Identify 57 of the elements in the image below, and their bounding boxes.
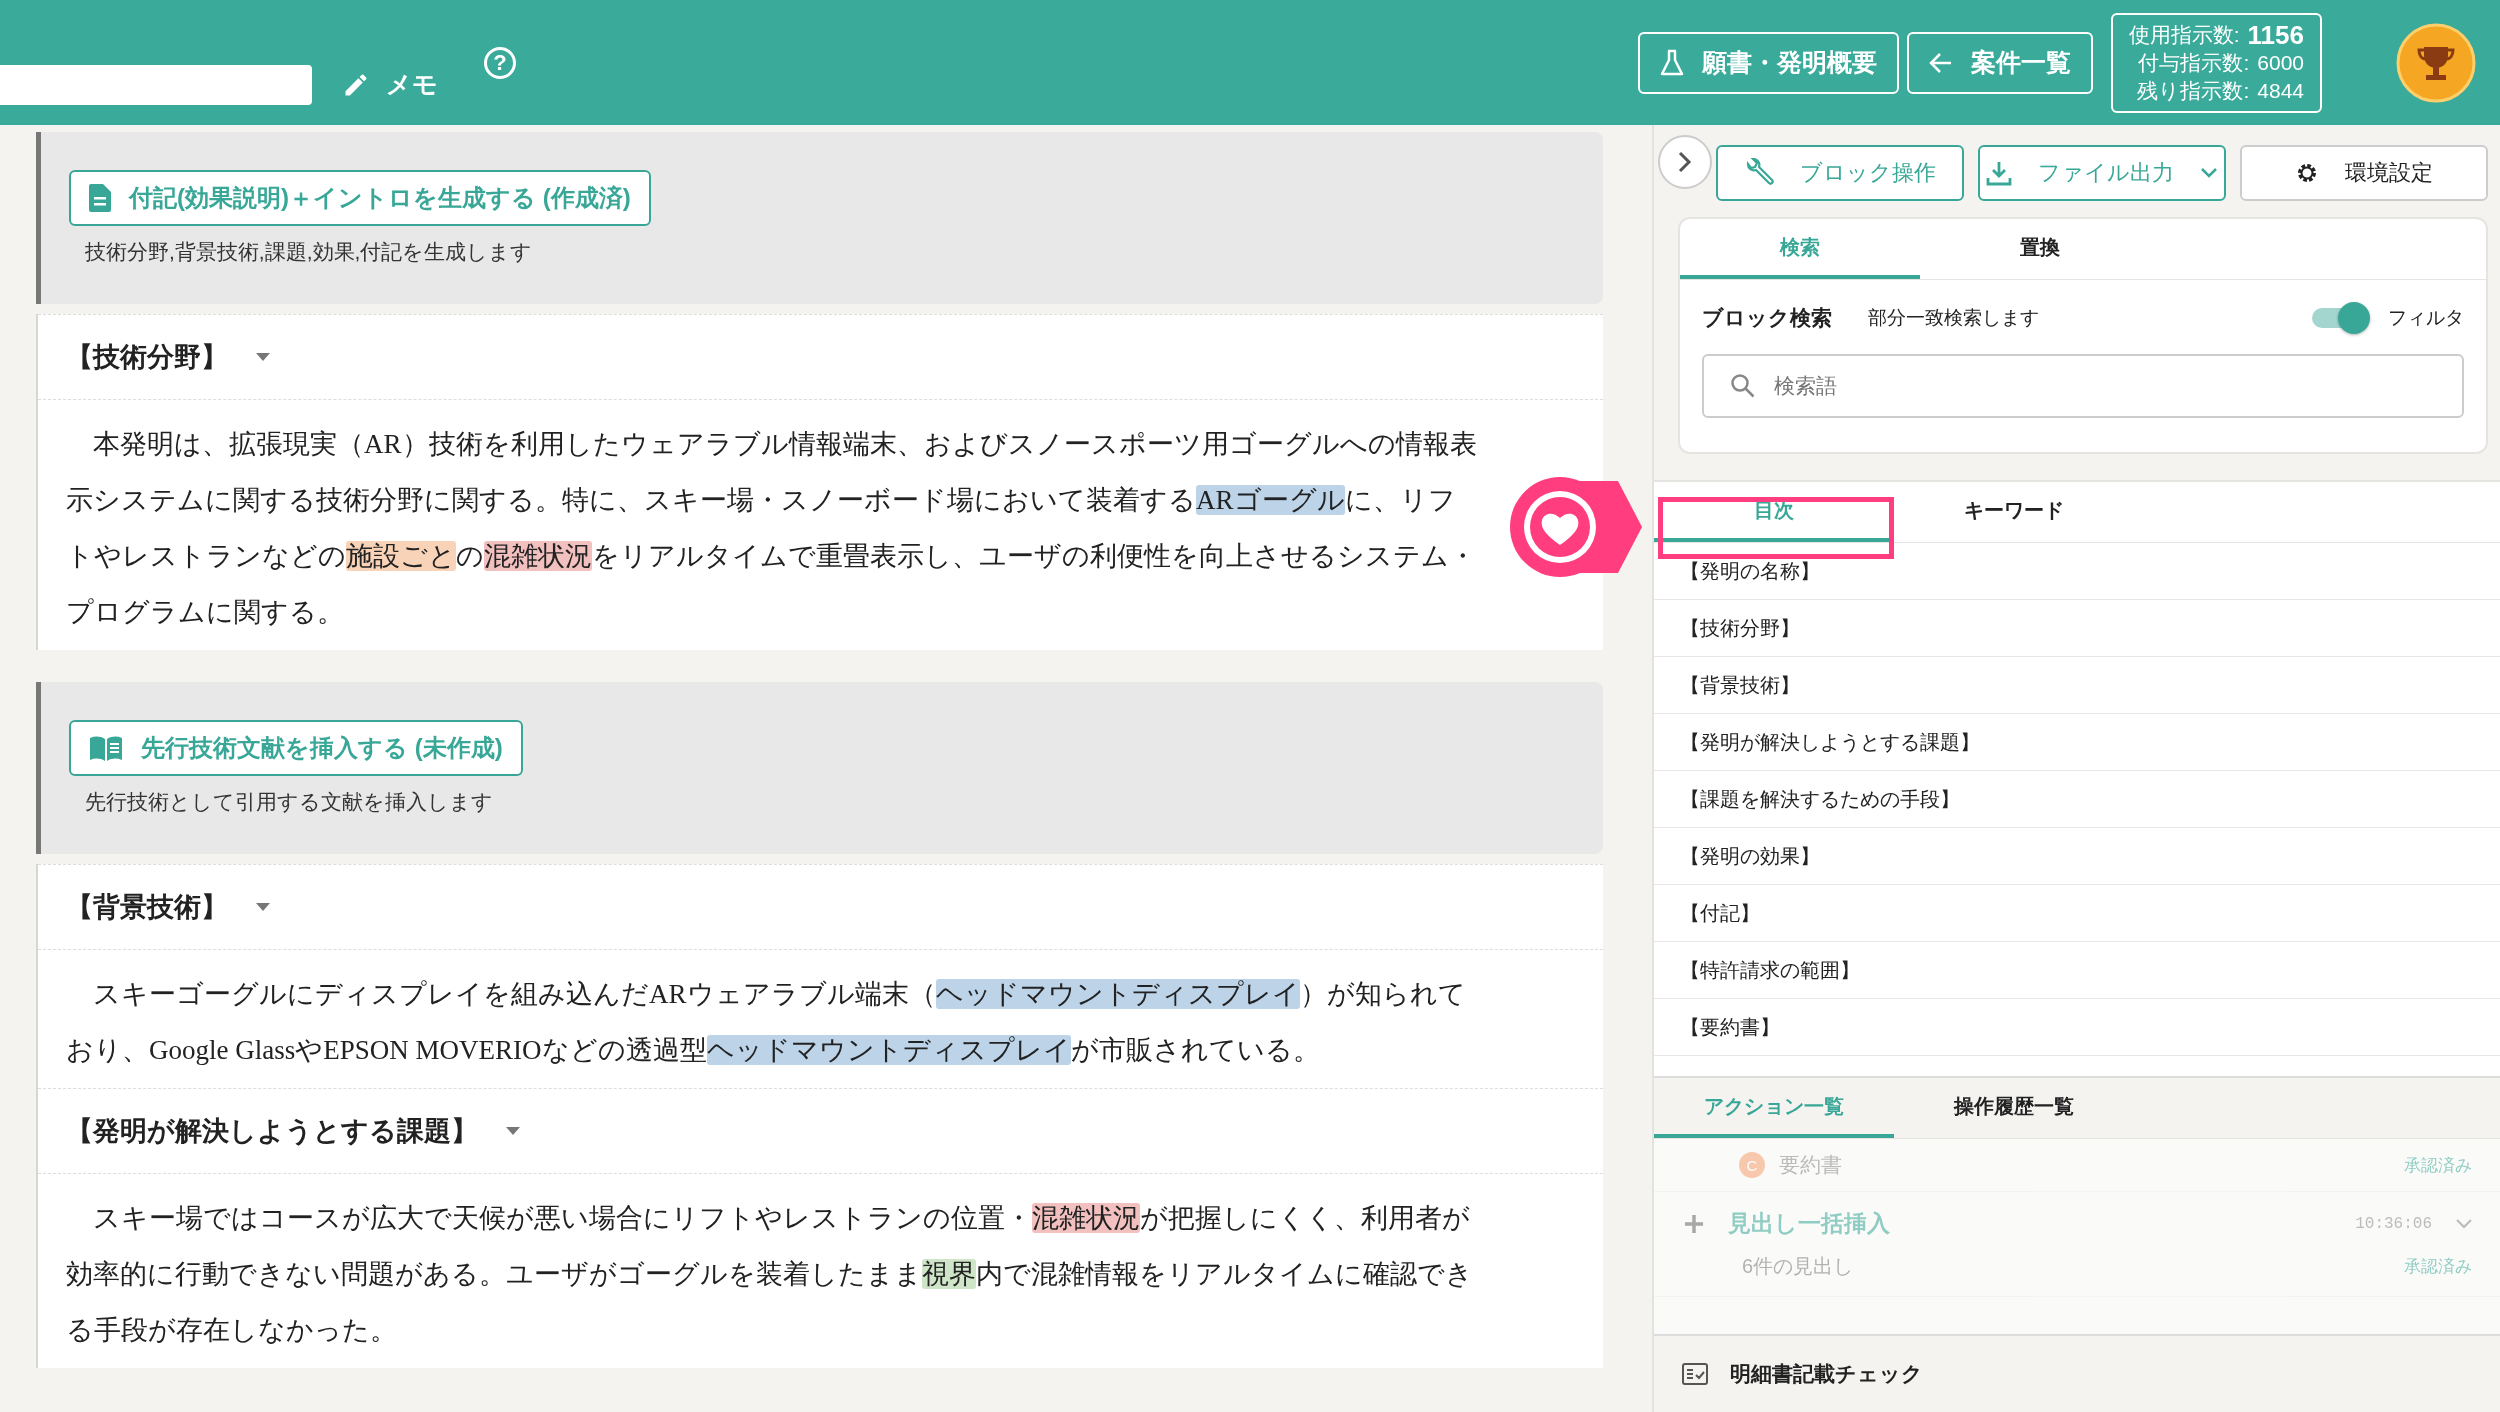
- wrench-icon: [1744, 158, 1774, 188]
- action-detail: 6件の見出し: [1742, 1254, 1854, 1279]
- action-time: 10:36:06: [2355, 1214, 2432, 1233]
- toc-item[interactable]: 【発明の効果】: [1654, 828, 2500, 885]
- toc-item[interactable]: 【発明の名称】: [1654, 543, 2500, 600]
- footer-label[interactable]: 明細書記載チェック: [1730, 1360, 1923, 1388]
- toc-item[interactable]: 【特許請求の範囲】: [1654, 942, 2500, 999]
- generator-caption: 技術分野,背景技術,課題,効果,付記を生成します: [85, 239, 534, 265]
- filter-label: フィルタ: [2388, 306, 2464, 330]
- section-paragraph: スキーゴーグルにディスプレイを組み込んだARウェアラブル端末（ヘッドマウントディスプレイ）が知られており、Google GlassやEPSON MOVERIOなどの透過型ヘッドマウントディスプレイ が市販されている。: [65, 978, 1467, 1067]
- action-title: 要約書: [1779, 1152, 1842, 1178]
- tab[interactable]: キーワード: [1894, 482, 2134, 542]
- gear-icon: [2295, 161, 2319, 185]
- usage-value: 4844: [2257, 77, 2304, 104]
- trophy-icon[interactable]: [2396, 22, 2476, 103]
- generator-caption: 先行技術として引用する文献を挿入します: [85, 789, 494, 815]
- flask-icon: [1659, 48, 1684, 77]
- toc-item[interactable]: 【課題を解決するための手段】: [1654, 771, 2500, 828]
- caret-icon[interactable]: [256, 903, 270, 911]
- chevron-down-icon: [2200, 167, 2218, 179]
- plus-icon: [1684, 1213, 1704, 1234]
- toc-item[interactable]: 【技術分野】: [1654, 600, 2500, 657]
- checklist-icon: [1682, 1363, 1708, 1385]
- usage-value: 6000: [2257, 49, 2304, 76]
- arrow-left-icon: [1928, 51, 1953, 74]
- search-title: ブロック検索: [1702, 305, 1832, 331]
- action-status: 承認済み: [2404, 1154, 2472, 1177]
- document-icon: [89, 184, 111, 212]
- caret-icon[interactable]: [256, 353, 270, 361]
- usage-value: 1156: [2247, 20, 2304, 49]
- toc-item[interactable]: 【背景技術】: [1654, 657, 2500, 714]
- toc-item[interactable]: 【発明が解決しようとする課題】: [1654, 714, 2500, 771]
- download-icon: [1986, 160, 2012, 186]
- caret-icon[interactable]: [506, 1127, 520, 1135]
- usage-label: 使用指示数:: [2128, 21, 2240, 48]
- search-field[interactable]: 検索語: [1702, 354, 2464, 418]
- usage-label: 付与指示数:: [2138, 49, 2250, 76]
- toc-item[interactable]: 【要約書】: [1654, 999, 2500, 1056]
- section-heading: 【背景技術】: [66, 891, 228, 924]
- tab[interactable]: 置換: [1920, 219, 2160, 279]
- section-paragraph: スキー場ではコースが広大で天候が悪い場合にリフトやレストランの位置・混雑状況が把握しにくく、利用者が効率的に行動できない問題がある。ユーザがゴーグルを装着したまま 視界内で混雑情報をリアルタイムに確認できる手段が存在しなかった。: [65, 1202, 1474, 1347]
- collapse-button[interactable]: [1658, 135, 1712, 189]
- section-heading: 【技術分野】: [66, 341, 228, 374]
- action-title: 見出し一括挿入: [1728, 1209, 1890, 1238]
- toolbar-button[interactable]: 環境設定: [2240, 145, 2488, 201]
- usage-label: 残り指示数:: [2137, 77, 2250, 104]
- memo-field[interactable]: [0, 64, 312, 105]
- section-heading: 【発明が解決しようとする課題】: [66, 1115, 478, 1148]
- search-hint: 部分一致検索します: [1868, 306, 2039, 330]
- chevron-right-icon: [1678, 151, 1692, 173]
- toc-item[interactable]: 【付記】: [1654, 885, 2500, 942]
- action-status: 承認済み: [2404, 1256, 2472, 1278]
- book-icon: [89, 735, 123, 761]
- section-paragraph: 本発明は、拡張現実（AR）技術を利用したウェアラブル情報端末、およびスノースポーツ用ゴーグルへの情報表示システムに関する技術分野に関する。特に、スキー場・スノーボード場において装着するARゴーグルに、リフトやレストランなどの施設ごと の混雑状況をリアルタイムで重畳表示し、ユーザの利便性を向上させるシステム・プログラムに関する。: [65, 428, 1478, 629]
- filter-toggle[interactable]: [2312, 302, 2370, 334]
- tab[interactable]: 操作履歴一覧: [1894, 1078, 2134, 1138]
- status-badge: C: [1739, 1152, 1765, 1178]
